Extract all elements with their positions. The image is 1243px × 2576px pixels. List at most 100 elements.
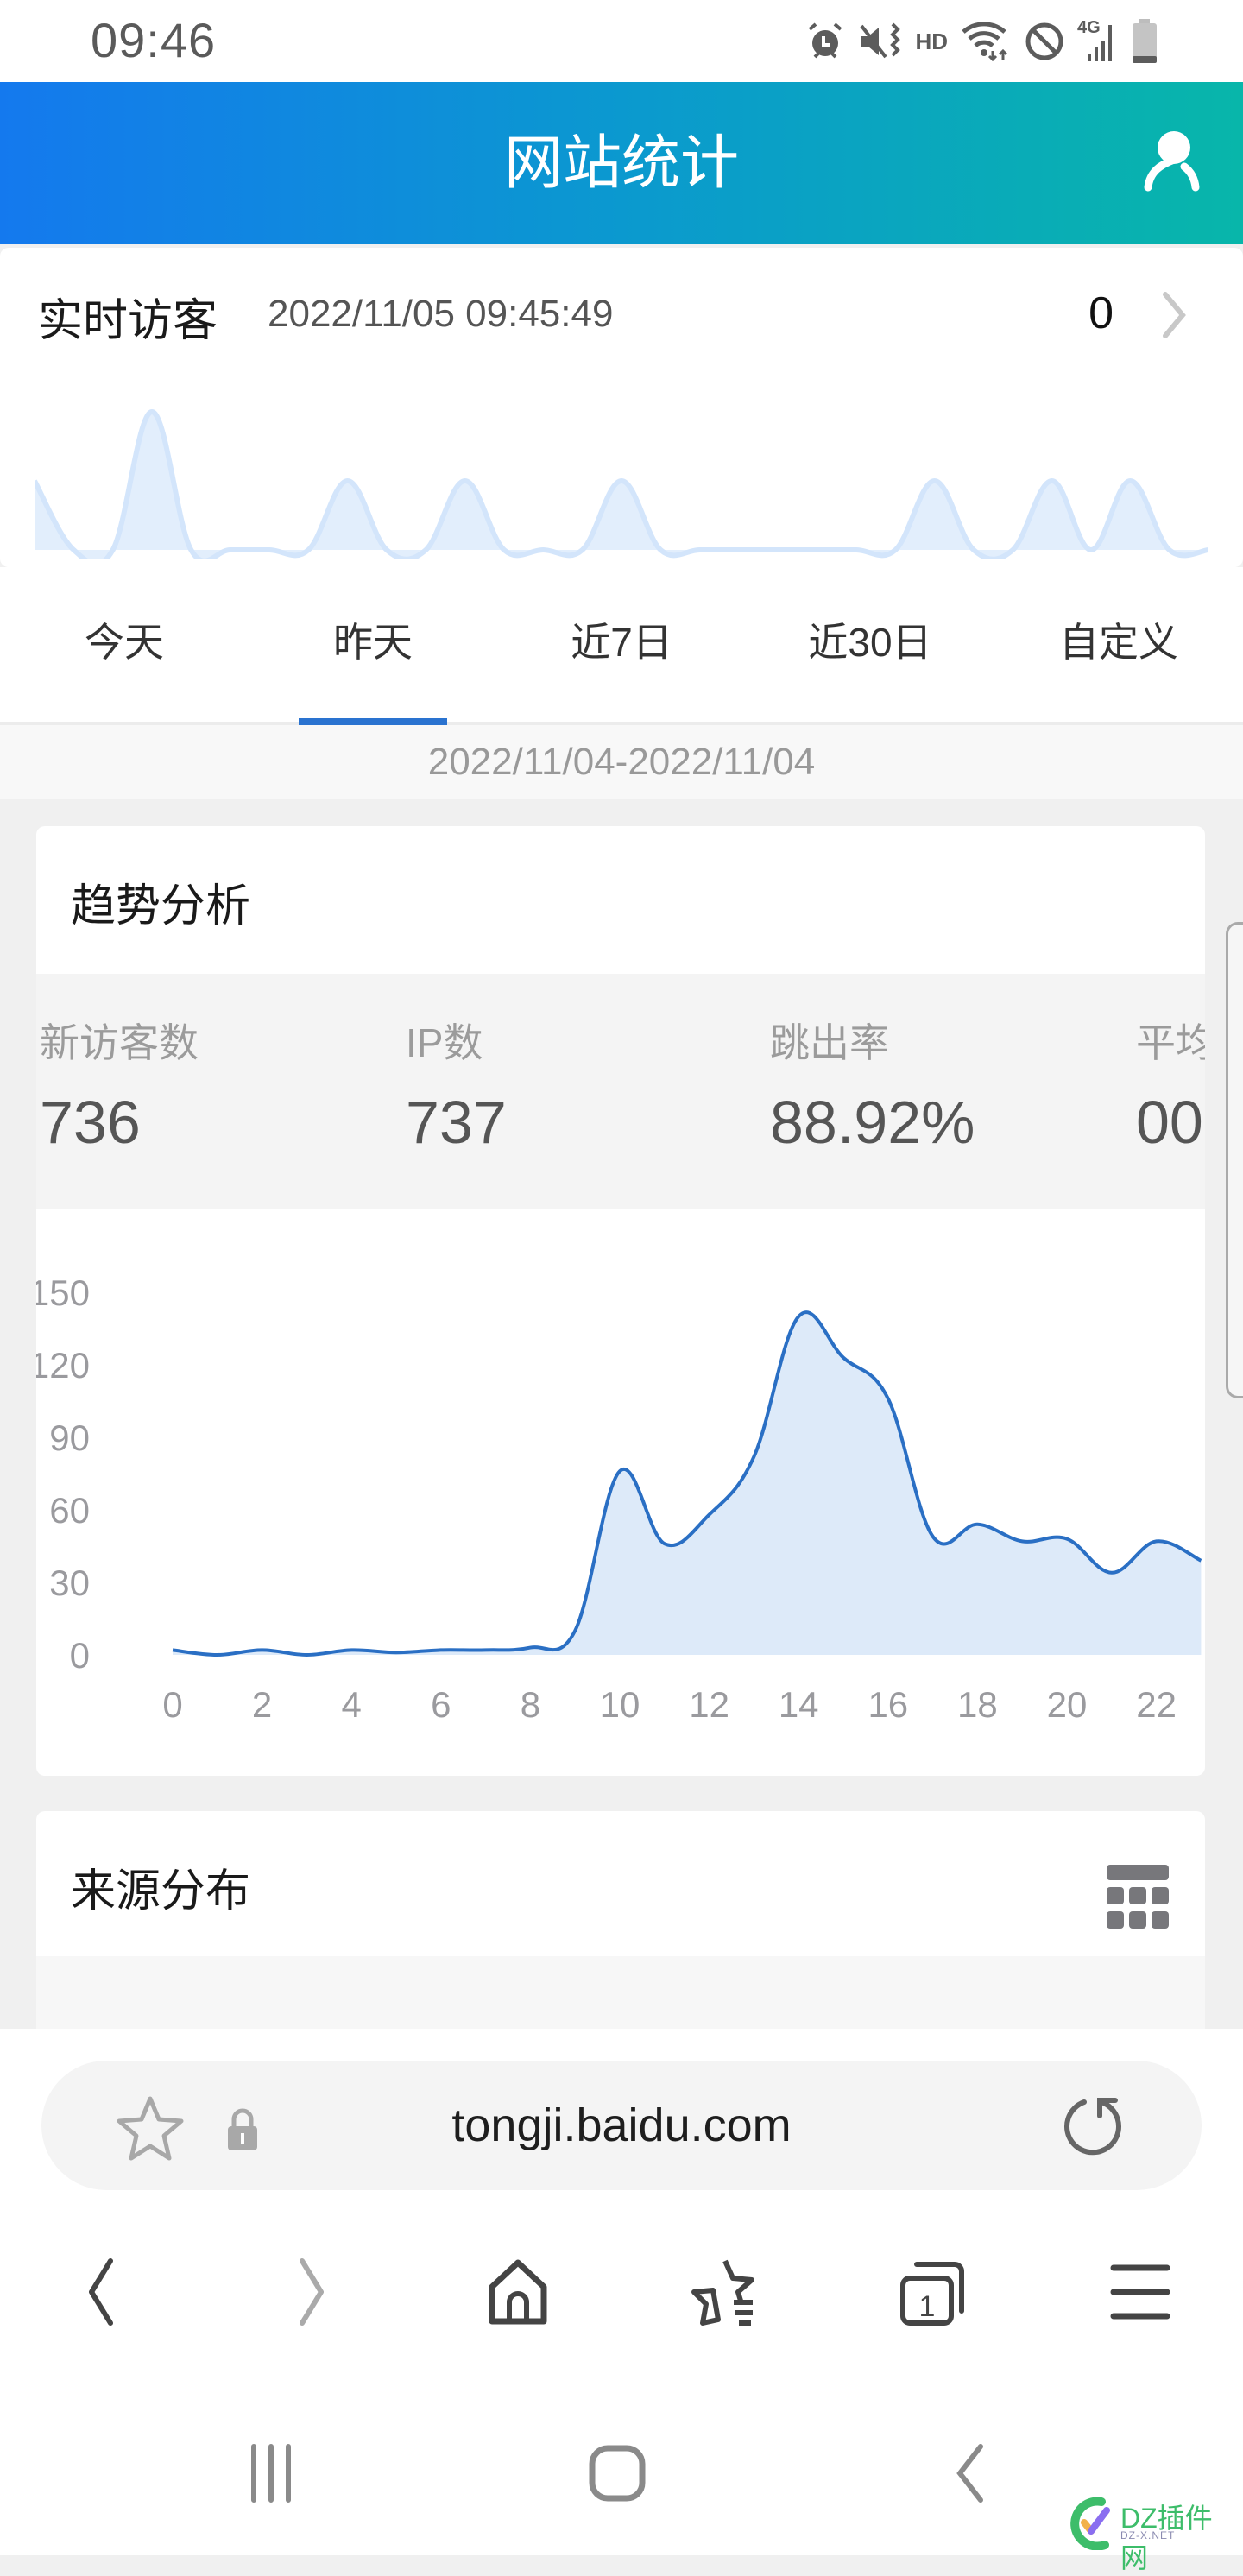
user-icon[interactable] <box>1136 127 1208 199</box>
data-point[interactable] <box>658 1537 672 1550</box>
x-tick-label: 0 <box>162 1684 182 1725</box>
do-not-disturb-icon <box>1024 21 1065 62</box>
home-button-icon[interactable] <box>587 2443 647 2503</box>
browser-nav-bar: 1 <box>0 2245 1243 2339</box>
grid-view-icon[interactable] <box>1107 1865 1169 1929</box>
data-point[interactable] <box>300 1648 313 1662</box>
source-title: 来源分布 <box>71 1866 251 1916</box>
home-icon[interactable] <box>483 2257 552 2327</box>
app-header: 网站统计 <box>0 82 1243 244</box>
forward-icon[interactable] <box>276 2257 345 2327</box>
date-range: 2022/11/04-2022/11/04 <box>0 725 1243 799</box>
data-point[interactable] <box>256 1643 269 1657</box>
x-tick-label: 4 <box>342 1684 362 1725</box>
data-point[interactable] <box>1105 1566 1119 1580</box>
page-title: 网站统计 <box>503 130 739 196</box>
data-point[interactable] <box>613 1464 627 1478</box>
x-tick-label: 16 <box>868 1684 908 1725</box>
bookmarks-icon[interactable] <box>691 2257 760 2327</box>
y-tick-label: 0 <box>70 1635 90 1676</box>
tab-today[interactable]: 今天 <box>0 567 249 722</box>
scroll-handle[interactable] <box>1226 922 1243 1398</box>
data-point[interactable] <box>881 1392 895 1405</box>
address-bar[interactable]: tongji.baidu.com <box>41 2061 1202 2190</box>
x-tick-label: 6 <box>431 1684 451 1725</box>
url-text[interactable]: tongji.baidu.com <box>41 2061 1202 2190</box>
tab-last-7-days[interactable]: 近7日 <box>497 567 746 722</box>
metric-value: 737 <box>406 1089 507 1156</box>
4g-signal-icon: 4G <box>1077 18 1119 63</box>
y-tick-label: 60 <box>49 1490 90 1531</box>
x-tick-label: 20 <box>1047 1684 1088 1725</box>
data-point[interactable] <box>389 1645 403 1659</box>
reload-icon[interactable] <box>1062 2093 1127 2159</box>
data-point[interactable] <box>479 1643 493 1657</box>
metric-value: 736 <box>40 1089 141 1156</box>
back-icon[interactable] <box>66 2257 135 2327</box>
data-point[interactable] <box>568 1624 582 1638</box>
date-tabs: 今天 昨天 近7日 近30日 自定义 <box>0 567 1243 725</box>
metric-value: 88.92% <box>770 1089 975 1156</box>
data-point[interactable] <box>1015 1534 1029 1548</box>
y-tick-label: 150 <box>36 1272 90 1313</box>
status-time: 09:46 <box>91 13 217 67</box>
metric-label: 新访客数 <box>40 1020 199 1065</box>
tab-custom[interactable]: 自定义 <box>994 567 1243 722</box>
data-point[interactable] <box>747 1449 760 1463</box>
metric-label: 跳出率 <box>770 1020 889 1065</box>
trend-area <box>173 1312 1202 1655</box>
y-tick-label: 90 <box>49 1417 90 1458</box>
chevron-right-icon[interactable] <box>1157 289 1191 341</box>
system-back-icon[interactable] <box>941 2443 1001 2503</box>
tab-last-30-days[interactable]: 近30日 <box>746 567 994 722</box>
watermark-logo-icon <box>1070 2497 1110 2550</box>
realtime-mini-chart <box>35 408 1208 559</box>
mini-area <box>35 412 1208 559</box>
realtime-count: 0 <box>1088 288 1114 338</box>
data-point[interactable] <box>926 1530 940 1544</box>
alarm-icon <box>804 21 846 62</box>
watermark: DZ插件网 DZ-X.NET <box>1067 2491 1240 2573</box>
realtime-label: 实时访客 <box>38 296 218 346</box>
data-point[interactable] <box>1150 1534 1164 1548</box>
x-tick-label: 14 <box>779 1684 819 1725</box>
x-tick-label: 8 <box>521 1684 540 1725</box>
metric-value: 00 <box>1136 1089 1203 1156</box>
realtime-timestamp: 2022/11/05 09:45:49 <box>268 293 614 335</box>
data-point[interactable] <box>211 1648 224 1662</box>
metrics-row[interactable]: 新访客数 736 IP数 737 跳出率 88.92% 平均 00 <box>36 974 1205 1209</box>
x-tick-label: 10 <box>600 1684 640 1725</box>
data-point[interactable] <box>1060 1532 1074 1546</box>
system-nav-bar <box>0 2426 1243 2521</box>
vibrate-mute-icon <box>858 21 903 62</box>
status-bar: 09:46 HD 4G <box>0 0 1243 82</box>
tabs-icon[interactable]: 1 <box>898 2257 967 2327</box>
realtime-visitors-card[interactable]: 实时访客 2022/11/05 09:45:49 0 <box>0 248 1243 567</box>
metric-label: 平均 <box>1136 1020 1205 1065</box>
y-tick-label: 30 <box>49 1563 90 1603</box>
hd-icon: HD <box>915 28 948 54</box>
trend-analysis-card: 趋势分析 新访客数 736 IP数 737 跳出率 88.92% 平均 00 0… <box>36 826 1205 1776</box>
wifi-icon <box>960 20 1012 63</box>
data-point[interactable] <box>166 1643 180 1657</box>
data-point[interactable] <box>792 1310 805 1323</box>
recent-apps-icon[interactable] <box>242 2443 302 2503</box>
trend-title: 趋势分析 <box>71 881 251 931</box>
data-point[interactable] <box>344 1643 358 1657</box>
x-tick-label: 2 <box>252 1684 272 1725</box>
x-tick-label: 18 <box>957 1684 998 1725</box>
tab-yesterday[interactable]: 昨天 <box>249 567 497 725</box>
data-point[interactable] <box>836 1351 850 1365</box>
trend-chart: 0 30 60 90 120 150 0 2 4 6 8 10 12 14 16 18 20 22 <box>36 1272 1202 1725</box>
battery-icon <box>1131 19 1158 64</box>
data-point[interactable] <box>434 1643 448 1657</box>
data-point[interactable] <box>523 1641 537 1655</box>
metric-label: IP数 <box>406 1020 483 1065</box>
status-icons: HD 4G <box>804 18 1158 64</box>
y-tick-label: 120 <box>36 1345 90 1386</box>
watermark-subtext: DZ-X.NET <box>1120 2529 1176 2541</box>
data-point[interactable] <box>970 1518 984 1531</box>
tab-count: 1 <box>919 2290 936 2323</box>
data-point[interactable] <box>703 1508 716 1522</box>
menu-icon[interactable] <box>1107 2257 1176 2327</box>
